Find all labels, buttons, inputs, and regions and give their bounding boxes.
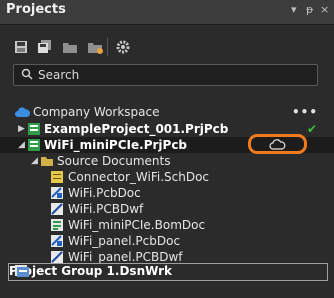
close-icon[interactable]: × bbox=[320, 3, 329, 16]
schematic-icon bbox=[50, 170, 64, 184]
document-label: Connector_WiFi.SchDoc bbox=[68, 170, 210, 184]
panel-titlebar: Projects ▾ ᵽ × bbox=[0, 0, 334, 25]
cloud-workspace-icon bbox=[14, 105, 31, 119]
pcb-icon bbox=[50, 186, 64, 200]
gear-icon[interactable] bbox=[114, 38, 132, 56]
search-box[interactable] bbox=[13, 64, 318, 86]
checkmark-icon: ✔ bbox=[306, 122, 317, 136]
folder-label: Source Documents bbox=[57, 154, 171, 168]
panel-menu-icon[interactable]: ▾ bbox=[291, 3, 297, 16]
project-label: WiFi_miniPCIe.PrjPcb bbox=[44, 138, 188, 152]
document-row[interactable]: WiFi_panel.PcbDoc bbox=[0, 233, 334, 249]
search-input[interactable] bbox=[38, 67, 308, 83]
document-row[interactable]: Connector_WiFi.SchDoc bbox=[0, 169, 334, 185]
toolbar-separator bbox=[107, 38, 108, 56]
folder-row[interactable]: ◢ Source Documents bbox=[0, 153, 334, 169]
project-group-row[interactable]: Project Group 1.DsnWrk bbox=[8, 263, 328, 281]
document-label: WiFi_miniPCIe.BomDoc bbox=[68, 218, 206, 232]
save-icon[interactable] bbox=[12, 38, 30, 56]
panel-title: Projects bbox=[6, 2, 66, 17]
document-label: WiFi.PcbDoc bbox=[68, 186, 141, 200]
toolbar bbox=[0, 26, 334, 60]
folder-icon bbox=[40, 154, 54, 168]
save-all-icon[interactable] bbox=[36, 38, 54, 56]
bom-icon bbox=[50, 218, 64, 232]
document-row[interactable]: WiFi_miniPCIe.BomDoc bbox=[0, 217, 334, 233]
project-group-label: Project Group 1.DsnWrk bbox=[9, 264, 173, 278]
draftsman-icon bbox=[50, 250, 64, 264]
project-group-icon bbox=[14, 264, 29, 278]
search-icon bbox=[21, 68, 33, 83]
project-icon bbox=[27, 122, 41, 136]
workspace-label: Company Workspace bbox=[33, 105, 160, 119]
more-options-icon[interactable]: ••• bbox=[292, 105, 318, 119]
document-label: WiFi_panel.PcbDoc bbox=[68, 234, 181, 248]
document-row[interactable]: WiFi.PCBDwf bbox=[0, 201, 334, 217]
folder-open-icon[interactable] bbox=[86, 38, 104, 56]
folder-icon[interactable] bbox=[61, 38, 79, 56]
workspace-row[interactable]: Company Workspace ••• bbox=[0, 104, 334, 120]
project-label: ExampleProject_001.PrjPcb bbox=[44, 122, 229, 136]
cloud-icon[interactable] bbox=[268, 139, 286, 154]
document-label: WiFi.PCBDwf bbox=[68, 202, 144, 216]
pin-icon[interactable]: ᵽ bbox=[306, 3, 313, 16]
project-icon bbox=[27, 138, 41, 152]
document-row[interactable]: WiFi.PcbDoc bbox=[0, 185, 334, 201]
draftsman-icon bbox=[50, 202, 64, 216]
pcb-icon bbox=[50, 234, 64, 248]
